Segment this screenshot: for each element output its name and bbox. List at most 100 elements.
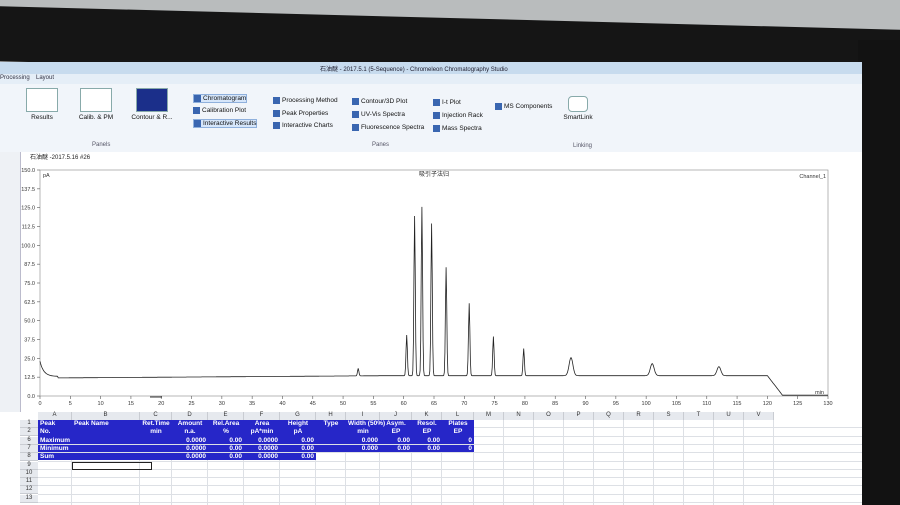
row-number[interactable]: 8 (20, 453, 38, 462)
summary-value: 0.00 (229, 444, 242, 452)
row-number[interactable]: 10 (20, 469, 38, 478)
row-number[interactable]: 1 (20, 420, 38, 428)
results-chart-icon (26, 88, 58, 112)
x-tick-label: 35 (249, 401, 255, 407)
x-tick-label: 40 (279, 401, 285, 407)
grid-line (773, 420, 774, 505)
header-cell-unit: EP (391, 428, 401, 436)
header-cell-unit: EP (453, 428, 463, 436)
column-header[interactable]: L (442, 412, 474, 420)
x-tick-label: 25 (188, 401, 194, 407)
summary-value: 0.00 (397, 444, 410, 452)
column-header[interactable]: A (38, 412, 72, 420)
ms-components-icon (495, 103, 502, 110)
chromatogram-item[interactable]: Chromatogram (193, 94, 248, 104)
it-plot-icon (433, 99, 440, 106)
y-tick-label: 75.0 (24, 281, 35, 287)
peak-properties-item[interactable]: Peak Properties (273, 110, 328, 117)
column-header[interactable]: R (624, 412, 654, 420)
row-number[interactable]: 13 (20, 494, 38, 503)
x-tick-label: 10 (98, 401, 104, 407)
x-tick-label: 100 (642, 401, 651, 407)
group-panes: Panes (372, 142, 390, 148)
column-header[interactable]: D (172, 412, 208, 420)
results-button[interactable]: Results (22, 88, 62, 121)
column-header[interactable]: K (412, 412, 442, 420)
injection-rack-item[interactable]: Injection Rack (433, 112, 483, 119)
mass-spectra-icon (433, 125, 440, 132)
it-plot-item[interactable]: I-t Plot (433, 99, 461, 106)
column-header[interactable]: F (244, 412, 280, 420)
column-header[interactable]: E (208, 412, 244, 420)
results-spreadsheet[interactable]: A B C D E F G H I J K L M N O P Q R S T U V 1 2 6 7 8 9 10 11 12 13 Peak… (20, 412, 862, 505)
column-header[interactable]: T (684, 412, 714, 420)
smartlink-button[interactable]: SmartLink (560, 96, 596, 121)
calibration-plot-item[interactable]: Calibration Plot (193, 107, 246, 114)
column-header[interactable]: O (534, 412, 564, 420)
header-cell: Ret.Time (142, 420, 170, 427)
column-header[interactable]: P (564, 412, 594, 420)
row-number[interactable]: 7 (20, 444, 38, 453)
chart-title: 吸引子法归 (419, 170, 449, 178)
uv-vis-item[interactable]: UV-Vis Spectra (352, 111, 405, 118)
x-tick-label: 75 (492, 401, 498, 407)
grid-line (38, 502, 862, 503)
interactive-results-item[interactable]: Interactive Results (193, 119, 258, 129)
column-header[interactable]: J (380, 412, 412, 420)
row-number[interactable]: 11 (20, 478, 38, 487)
column-header[interactable]: S (654, 412, 684, 420)
contour-3d-item[interactable]: Contour/3D Plot (352, 98, 407, 105)
row-number[interactable]: 12 (20, 486, 38, 495)
processing-method-icon (273, 97, 280, 104)
fluorescence-item[interactable]: Fluorescence Spectra (352, 124, 424, 131)
grid-line (593, 420, 594, 505)
chromatogram-chart[interactable]: 0.0 12.5 25.0 37.5 50.0 62.5 75.0 87.5 100.0 112.… (0, 152, 862, 410)
ms-components-item[interactable]: MS Components (495, 103, 552, 110)
x-tick-label: 125 (793, 401, 802, 407)
column-header[interactable]: H (316, 412, 346, 420)
grid-line (653, 420, 654, 505)
column-header[interactable]: C (140, 412, 172, 420)
summary-value: 0.00 (229, 436, 242, 444)
y-tick-label: 37.5 (24, 338, 35, 344)
grid-line (38, 485, 862, 487)
column-header[interactable]: I (346, 412, 380, 420)
processing-method-item[interactable]: Processing Method (273, 97, 338, 104)
column-header[interactable]: N (504, 412, 534, 420)
summary-value: 0.0000 (258, 444, 278, 452)
x-tick-label: 30 (219, 401, 225, 407)
summary-value: 0.00 (301, 436, 314, 444)
column-header[interactable]: B (72, 412, 140, 420)
x-tick-label: 110 (702, 401, 711, 407)
menu-processing[interactable]: Processing (0, 75, 30, 81)
header-cell: Peak (40, 420, 56, 427)
summary-value: 0.00 (229, 453, 242, 461)
x-tick-label: 0 (38, 401, 41, 407)
chromatogram-icon (194, 95, 201, 102)
calibration-plot-icon (193, 107, 200, 114)
row-number[interactable]: 9 (20, 461, 38, 470)
summary-label: Maximum (40, 436, 70, 444)
header-cell-unit: n.a. (184, 428, 196, 436)
column-header[interactable]: M (474, 412, 504, 420)
legend-channel: Channel_1 (799, 174, 826, 180)
column-header[interactable]: V (744, 412, 774, 420)
y-tick-label: 137.5 (21, 187, 35, 193)
column-header[interactable]: U (714, 412, 744, 420)
column-header[interactable]: G (280, 412, 316, 420)
mass-spectra-item[interactable]: Mass Spectra (433, 125, 482, 132)
contour-button[interactable]: Contour & R... (128, 88, 176, 121)
column-header[interactable]: Q (594, 412, 624, 420)
row-number[interactable]: 2 (20, 428, 38, 437)
header-cell-unit: No. (40, 428, 51, 436)
menu-layout[interactable]: Layout (36, 75, 54, 81)
app-window: 石油醚 - 2017.5.1 (5-Sequence) - Chromeleon… (0, 62, 862, 505)
left-scroll-strip[interactable] (0, 152, 21, 412)
calib-pm-button[interactable]: Calib. & PM (75, 88, 117, 121)
selected-cell[interactable] (72, 461, 152, 470)
summary-value: 0.0000 (186, 436, 206, 444)
header-cell: Height (287, 420, 309, 427)
interactive-charts-item[interactable]: Interactive Charts (273, 122, 333, 129)
header-cell: Peak Name (74, 420, 109, 427)
row-number[interactable]: 6 (20, 436, 38, 445)
